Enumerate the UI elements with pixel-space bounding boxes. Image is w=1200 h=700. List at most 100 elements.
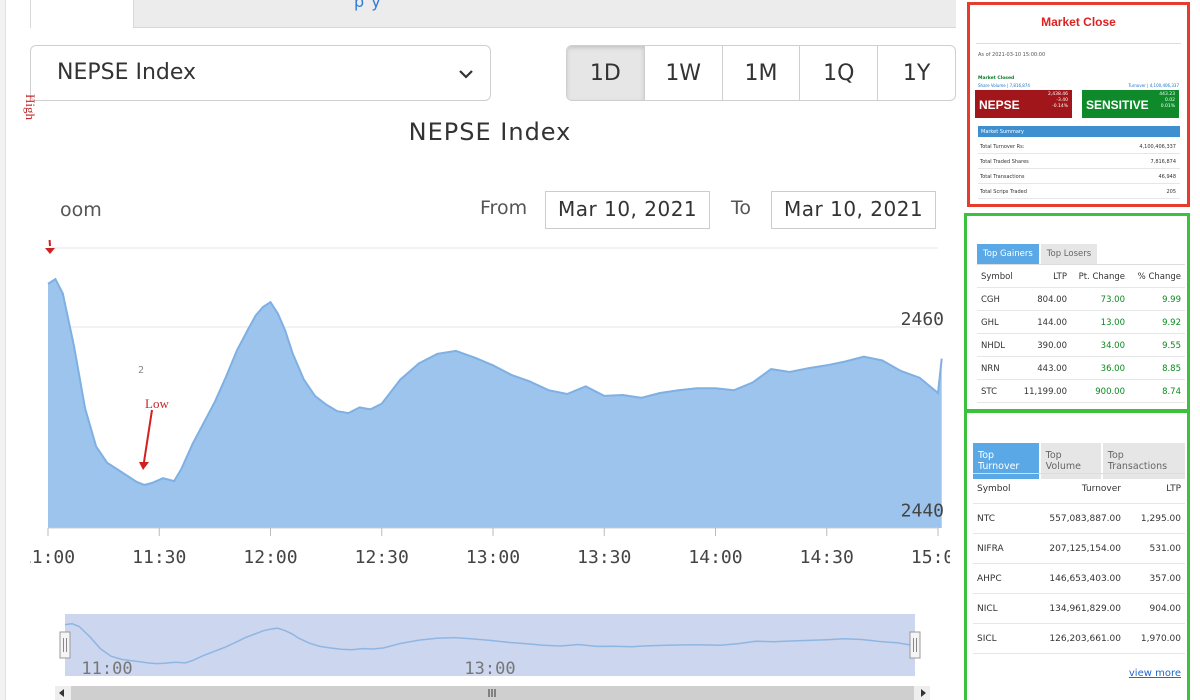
symbol-cell: NRN [981, 364, 1000, 374]
symbol-cell: CGH [981, 295, 1000, 305]
x-tick-label: 14:00 [688, 547, 742, 568]
symbol-cell: NHDL [981, 341, 1006, 351]
navigator-label: 11:00 [81, 659, 132, 679]
index-select[interactable]: NEPSE Index [30, 45, 491, 101]
symbol-cell: AHPC [977, 574, 1002, 584]
point-change-cell: 36.00 [1100, 364, 1125, 374]
range-button-1d[interactable]: 1D [567, 46, 644, 100]
sensitive-index-card[interactable]: SENSITIVE 443.23 0.02 0.01% [1082, 90, 1179, 118]
symbol-cell: NIFRA [977, 544, 1004, 554]
from-label: From [480, 197, 528, 219]
x-tick-label: 13:30 [577, 547, 631, 568]
sensitive-percent: 0.01% [1160, 104, 1175, 109]
summary-key: Total Turnover Rs: [980, 144, 1025, 150]
tab-top-gainers[interactable]: Top Gainers [977, 244, 1039, 264]
annotation-high: High [23, 94, 38, 120]
range-button-1q[interactable]: 1Q [799, 46, 877, 100]
navigator-handle[interactable] [909, 631, 921, 659]
summary-value: 7,816,874 [1150, 159, 1176, 165]
view-more-link[interactable]: view more [1129, 668, 1181, 679]
x-tick-label: 11:30 [132, 547, 186, 568]
chart-navigator[interactable]: 11:00 13:00 [55, 608, 930, 700]
range-button-1m[interactable]: 1M [721, 46, 800, 100]
percent-change-cell: 9.55 [1162, 341, 1181, 351]
ltp-cell: 390.00 [1037, 341, 1067, 351]
range-button-1y[interactable]: 1Y [877, 46, 955, 100]
x-tick-label: 11:00 [30, 547, 75, 568]
tab-active[interactable] [30, 0, 134, 28]
tab-top-losers[interactable]: Top Losers [1040, 244, 1098, 264]
x-tick-label: 14:30 [800, 547, 854, 568]
gainers-table: Symbol LTP Pt. Change % Change CGH 804.0… [977, 264, 1185, 403]
range-button-1w[interactable]: 1W [643, 46, 722, 100]
annotation-partial-label: 2 [138, 365, 144, 376]
y-tick-label: 2440 [901, 500, 944, 521]
nepse-name: NEPSE [979, 98, 1020, 112]
annotation-low-arrow [143, 409, 153, 463]
market-status: Market Closed [978, 76, 1015, 81]
top-gainers-panel: Top Gainers Top Losers Symbol LTP Pt. Ch… [964, 213, 1190, 412]
table-row[interactable]: NIFRA 207,125,154.00 531.00 [973, 534, 1185, 564]
symbol-cell: SICL [977, 634, 997, 644]
percent-change-cell: 8.85 [1162, 364, 1181, 374]
market-summary-header: Market Summary [978, 126, 1180, 137]
table-row[interactable]: NICL 134,961,829.00 904.00 [973, 594, 1185, 624]
annotation-low-arrowhead [139, 462, 149, 470]
symbol-cell: GHL [981, 318, 999, 328]
x-tick-label: 15:00 [911, 547, 950, 568]
table-header-row: Symbol LTP Pt. Change % Change [977, 265, 1185, 288]
top-tab-strip: p y [30, 0, 956, 28]
summary-value: 205 [1166, 189, 1176, 195]
turnover-cell: 557,083,887.00 [1049, 514, 1121, 524]
table-row[interactable]: STC 11,199.00 900.00 8.74 [977, 380, 1185, 403]
page-left-edge [0, 0, 6, 700]
tab-label-fragment: p y [354, 0, 382, 11]
chart-title: NEPSE Index [408, 118, 572, 146]
column-header: Symbol [977, 484, 1011, 494]
turnover-cell: 146,653,403.00 [1049, 574, 1121, 584]
table-row[interactable]: NRN 443.00 36.00 8.85 [977, 357, 1185, 380]
turnover-cell: 126,203,661.00 [1049, 634, 1121, 644]
ltp-cell: 904.00 [1149, 604, 1182, 614]
symbol-cell: NTC [977, 514, 995, 524]
market-close-panel: Market Close As of 2021-03-10 15:00:00 M… [967, 2, 1190, 207]
as-of-timestamp: As of 2021-03-10 15:00:00 [978, 52, 1046, 58]
turnover-table: Symbol Turnover LTP NTC 557,083,887.00 1… [973, 473, 1185, 654]
table-row[interactable]: SICL 126,203,661.00 1,970.00 [973, 624, 1185, 654]
chevron-down-icon [459, 70, 473, 79]
point-change-cell: 34.00 [1100, 341, 1125, 351]
from-date-input[interactable]: Mar 10, 2021 [545, 191, 710, 229]
symbol-cell: STC [981, 387, 998, 397]
point-change-cell: 13.00 [1100, 318, 1125, 328]
summary-key: Total Traded Shares [980, 159, 1029, 165]
nepse-index-card[interactable]: NEPSE 2,438.46 -3.40 -0.14% [975, 90, 1072, 118]
ltp-cell: 144.00 [1037, 318, 1067, 328]
ltp-cell: 1,295.00 [1140, 514, 1181, 524]
summary-row: Total Transactions 46,948 [978, 170, 1180, 184]
summary-value: 46,948 [1158, 174, 1177, 180]
to-label: To [731, 197, 752, 219]
ltp-cell: 443.00 [1037, 364, 1067, 374]
column-header: Turnover [1081, 484, 1121, 494]
x-tick-label: 13:00 [466, 547, 520, 568]
table-row[interactable]: CGH 804.00 73.00 9.99 [977, 288, 1185, 311]
navigator-handle[interactable] [59, 631, 71, 659]
table-row[interactable]: NHDL 390.00 34.00 9.55 [977, 334, 1185, 357]
tab-inactive[interactable]: p y [134, 0, 956, 27]
ltp-cell: 11,199.00 [1023, 387, 1067, 397]
table-row[interactable]: AHPC 146,653,403.00 357.00 [973, 564, 1185, 594]
table-row[interactable]: GHL 144.00 13.00 9.92 [977, 311, 1185, 334]
column-header: Symbol [981, 272, 1013, 282]
turnover-total: Turnover | 4,100,406,337 [1128, 83, 1179, 88]
x-tick-label: 12:30 [355, 547, 409, 568]
table-row[interactable]: NTC 557,083,887.00 1,295.00 [973, 504, 1185, 534]
market-close-title: Market Close [1041, 15, 1116, 29]
summary-row: Total Traded Shares 7,816,874 [978, 155, 1180, 169]
to-date-input[interactable]: Mar 10, 2021 [771, 191, 936, 229]
percent-change-cell: 9.99 [1162, 295, 1181, 305]
table-header-row: Symbol Turnover LTP [973, 474, 1185, 504]
ltp-cell: 357.00 [1149, 574, 1182, 584]
column-header: % Change [1137, 272, 1181, 282]
annotation-low: Low [145, 396, 169, 411]
summary-key: Total Scrips Traded [980, 189, 1027, 195]
